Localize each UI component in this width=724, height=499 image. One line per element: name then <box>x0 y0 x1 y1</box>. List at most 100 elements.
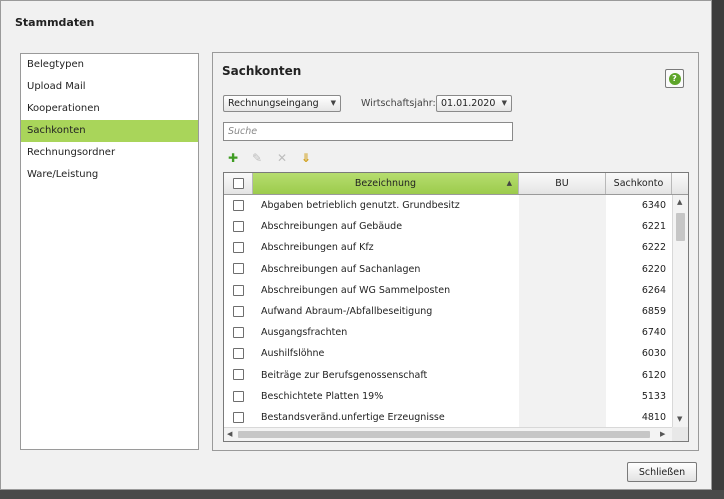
scroll-up-icon[interactable]: ▲ <box>677 197 682 207</box>
edit-icon[interactable]: ✎ <box>250 151 264 165</box>
close-button[interactable]: Schließen <box>627 462 697 482</box>
sort-ascending-icon: ▲ <box>506 179 512 187</box>
scroll-corner <box>672 427 688 441</box>
column-sachkonto-label: Sachkonto <box>613 178 664 189</box>
row-checkbox-cell <box>224 305 253 318</box>
row-checkbox-cell <box>224 263 253 275</box>
rechnungstyp-select[interactable]: Rechnungseingang ▼ <box>223 95 341 112</box>
column-bezeichnung-label: Bezeichnung <box>354 178 417 189</box>
stammdaten-dialog: Stammdaten Belegtypen Upload Mail Kooper… <box>0 0 712 490</box>
table-row[interactable]: Abgaben betrieblich genutzt. Grundbesitz… <box>224 195 672 217</box>
select-all-checkbox-cell <box>224 173 253 194</box>
scroll-down-icon[interactable]: ▼ <box>677 414 682 424</box>
row-checkbox[interactable] <box>233 411 244 423</box>
cell-sachkonto: 6221 <box>641 221 666 233</box>
sidebar-item-kooperationen[interactable]: Kooperationen <box>21 98 198 120</box>
cell-bu <box>519 364 606 386</box>
dialog-title: Stammdaten <box>15 16 95 29</box>
cell-sachkonto: 6340 <box>641 200 666 212</box>
cell-bezeichnung: Beiträge zur Berufsgenossenschaft <box>261 369 428 381</box>
row-checkbox[interactable] <box>233 305 244 317</box>
column-bu[interactable]: BU <box>519 173 606 194</box>
cell-bu <box>519 300 606 323</box>
column-bezeichnung[interactable]: Bezeichnung ▲ <box>253 173 519 194</box>
row-checkbox[interactable] <box>233 369 244 381</box>
horizontal-scrollbar[interactable]: ◀ ▶ <box>224 427 672 441</box>
cell-sachkonto: 5133 <box>641 390 666 402</box>
vertical-scrollbar[interactable]: ▲ ▼ <box>672 195 688 427</box>
row-checkbox[interactable] <box>233 284 244 296</box>
cell-bu <box>519 322 606 344</box>
sidebar-nav: Belegtypen Upload Mail Kooperationen Sac… <box>20 53 199 450</box>
scroll-right-icon[interactable]: ▶ <box>660 429 665 439</box>
search-input[interactable] <box>223 122 513 141</box>
cell-sachkonto: 6220 <box>641 263 666 275</box>
row-checkbox-cell <box>224 242 253 254</box>
cell-bezeichnung: Bestandsveränd.unfertige Erzeugnisse <box>261 411 445 423</box>
table-row[interactable]: Aushilfslöhne 6030 <box>224 343 672 365</box>
row-checkbox[interactable] <box>233 242 244 254</box>
row-checkbox-cell <box>224 326 253 339</box>
cell-bezeichnung: Abschreibungen auf Gebäude <box>261 221 403 233</box>
row-checkbox[interactable] <box>233 348 244 360</box>
rechnungstyp-value: Rechnungseingang <box>228 98 319 109</box>
select-all-checkbox[interactable] <box>232 178 244 189</box>
table-header: Bezeichnung ▲ BU Sachkonto <box>224 173 688 195</box>
row-checkbox-cell <box>224 369 253 381</box>
cell-sachkonto: 6222 <box>641 242 666 254</box>
table-row[interactable]: Beiträge zur Berufsgenossenschaft 6120 <box>224 364 672 386</box>
vertical-scroll-thumb[interactable] <box>676 213 685 241</box>
cell-bu <box>519 385 606 407</box>
cell-sachkonto: 6030 <box>641 348 666 360</box>
sidebar-item-ware-leistung[interactable]: Ware/Leistung <box>21 164 198 186</box>
table-row[interactable]: Abschreibungen auf Gebäude 6221 <box>224 216 672 238</box>
table-row[interactable]: Abschreibungen auf Kfz 6222 <box>224 237 672 259</box>
panel-title: Sachkonten <box>222 64 302 78</box>
table-row[interactable]: Bestandsveränd.unfertige Erzeugnisse 4810 <box>224 406 672 429</box>
cell-bezeichnung: Abschreibungen auf Sachanlagen <box>261 263 421 275</box>
cell-bezeichnung: Abschreibungen auf Kfz <box>261 242 374 254</box>
chevron-down-icon: ▼ <box>501 99 507 107</box>
row-checkbox-cell <box>224 390 253 403</box>
column-bu-label: BU <box>555 178 569 189</box>
cell-bu <box>519 406 606 429</box>
cell-sachkonto: 4810 <box>641 411 666 423</box>
cell-bu <box>519 195 606 217</box>
cell-bu <box>519 343 606 365</box>
row-checkbox[interactable] <box>233 199 244 211</box>
sidebar-item-rechnungsordner[interactable]: Rechnungsordner <box>21 142 198 164</box>
sidebar-item-belegtypen[interactable]: Belegtypen <box>21 54 198 76</box>
cell-bezeichnung: Aufwand Abraum-/Abfallbeseitigung <box>261 306 433 318</box>
window-edge-right <box>712 0 724 499</box>
row-checkbox-cell <box>224 221 253 233</box>
table-row[interactable]: Abschreibungen auf Sachanlagen 6220 <box>224 258 672 280</box>
table-row[interactable]: Ausgangsfrachten 6740 <box>224 322 672 344</box>
wirtschaftsjahr-select[interactable]: 01.01.2020 ▼ <box>436 95 512 112</box>
cell-sachkonto: 6740 <box>641 327 666 339</box>
cell-bu <box>519 279 606 301</box>
row-checkbox[interactable] <box>233 326 244 338</box>
row-checkbox[interactable] <box>233 390 244 402</box>
sidebar-item-upload-mail[interactable]: Upload Mail <box>21 76 198 98</box>
table-row[interactable]: Aufwand Abraum-/Abfallbeseitigung 6859 <box>224 300 672 323</box>
cell-sachkonto: 6120 <box>641 369 666 381</box>
help-button[interactable]: ? <box>665 69 684 88</box>
row-checkbox[interactable] <box>233 263 244 275</box>
cell-bu <box>519 216 606 238</box>
add-icon[interactable]: ✚ <box>226 151 240 165</box>
delete-icon[interactable]: ✕ <box>275 151 289 165</box>
wirtschaftsjahr-value: 01.01.2020 <box>441 98 496 109</box>
sidebar-item-sachkonten[interactable]: Sachkonten <box>21 120 198 142</box>
table-row[interactable]: Beschichtete Platten 19% 5133 <box>224 385 672 407</box>
cell-bu <box>519 258 606 280</box>
sachkonten-panel: Sachkonten ? Rechnungseingang ▼ Wirtscha… <box>212 52 699 451</box>
row-checkbox[interactable] <box>233 221 244 233</box>
question-icon: ? <box>668 72 681 85</box>
column-sachkonto[interactable]: Sachkonto <box>606 173 672 194</box>
row-checkbox-cell <box>224 348 253 360</box>
horizontal-scroll-thumb[interactable] <box>238 431 650 438</box>
scroll-left-icon[interactable]: ◀ <box>227 429 232 439</box>
table-row[interactable]: Abschreibungen auf WG Sammelposten 6264 <box>224 279 672 301</box>
import-icon[interactable]: ⇓ <box>299 151 313 165</box>
chevron-down-icon: ▼ <box>330 99 336 107</box>
